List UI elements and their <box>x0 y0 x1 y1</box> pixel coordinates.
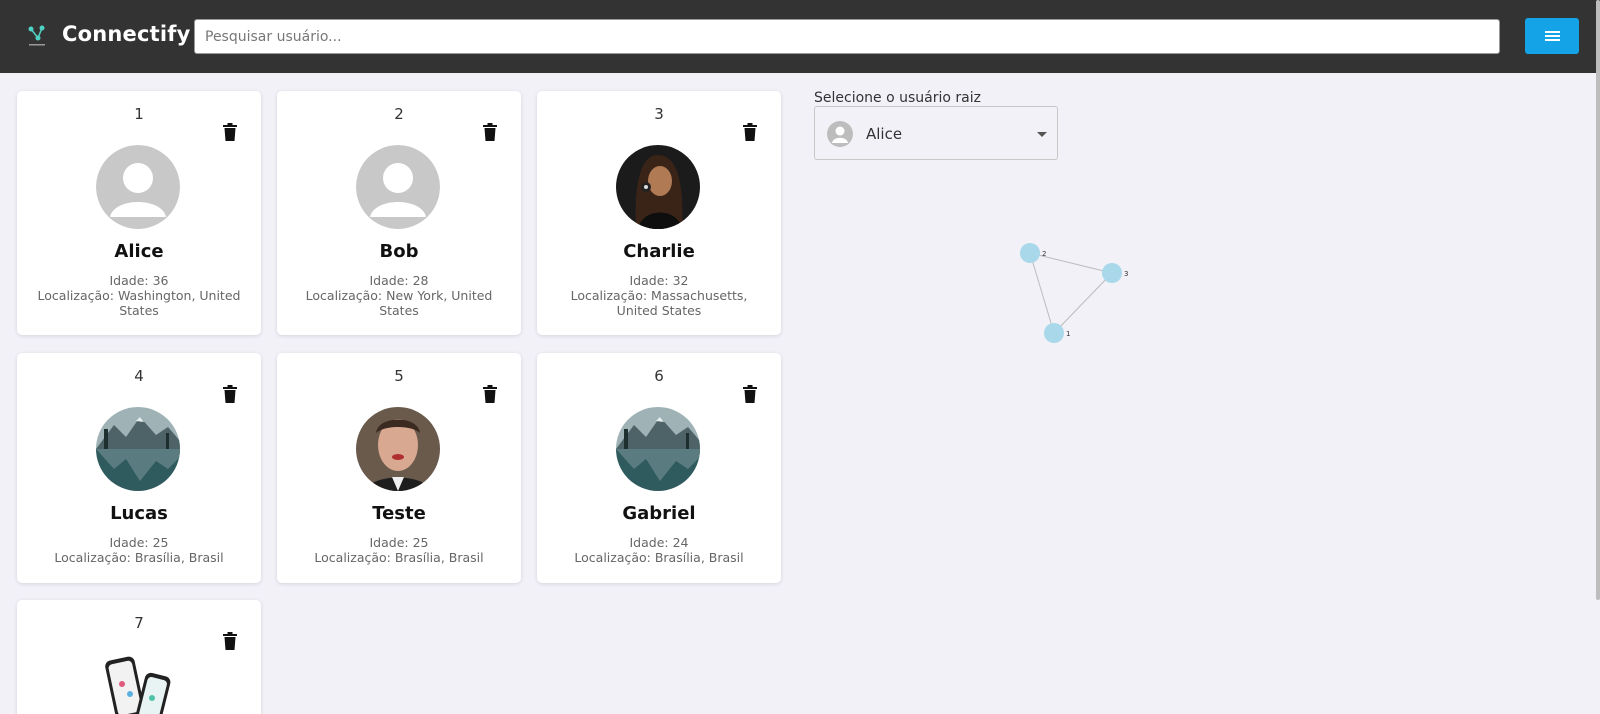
user-location: Localização: Massachusetts, United State… <box>570 288 748 318</box>
user-age: Idade: 36 <box>109 273 169 288</box>
user-location: Localização: Washington, United States <box>37 288 241 318</box>
avatar <box>356 145 440 229</box>
root-user-value: Alice <box>866 125 903 143</box>
trash-icon[interactable] <box>223 385 237 403</box>
user-name: Gabriel <box>622 503 696 524</box>
user-card: 2 Bob Idade: 28 Localização: New York, U… <box>277 91 521 335</box>
user-card: 4 Lucas Idade: 25 Localização: Brasília,… <box>17 353 261 583</box>
user-age: Idade: 25 <box>369 535 429 550</box>
network-graph[interactable]: 2 3 1 <box>1000 230 1160 350</box>
avatar-photo <box>96 407 180 491</box>
network-logo-icon <box>28 25 45 46</box>
user-id: 1 <box>134 105 144 123</box>
trash-icon[interactable] <box>483 123 497 141</box>
user-details: Idade: 36 Localização: Washington, Unite… <box>35 273 243 318</box>
avatar <box>96 145 180 229</box>
trash-icon[interactable] <box>743 123 757 141</box>
user-details: Idade: 25 Localização: Brasília, Brasil <box>295 535 503 565</box>
user-age: Idade: 32 <box>629 273 689 288</box>
user-name: Bob <box>379 241 419 262</box>
user-location: Localização: Brasília, Brasil <box>574 550 744 565</box>
root-user-label: Selecione o usuário raiz <box>814 90 981 106</box>
trash-icon[interactable] <box>483 385 497 403</box>
search-input[interactable] <box>194 19 1500 54</box>
user-id: 4 <box>134 367 144 385</box>
user-card: 6 Gabriel Idade: 24 Localização: Brasíli… <box>537 353 781 583</box>
avatar-photo <box>616 145 700 229</box>
user-details: Idade: 32 Localização: Massachusetts, Un… <box>555 273 763 318</box>
avatar-photo <box>96 654 180 714</box>
graph-edge <box>1029 252 1055 334</box>
user-id: 5 <box>394 367 404 385</box>
trash-icon[interactable] <box>223 632 237 650</box>
user-card: 3 Charlie Idade: 32 Localização: Massach… <box>537 91 781 335</box>
user-name: Teste <box>372 503 426 524</box>
graph-node-label: 1 <box>1066 330 1070 338</box>
user-location: Localização: Brasília, Brasil <box>314 550 484 565</box>
caret-down-icon <box>1037 132 1047 137</box>
trash-icon[interactable] <box>223 123 237 141</box>
user-id: 7 <box>134 614 144 632</box>
user-details: Idade: 25 Localização: Brasília, Brasil <box>35 535 243 565</box>
graph-node-label: 3 <box>1124 270 1128 278</box>
user-name: Charlie <box>623 241 695 262</box>
user-age: Idade: 28 <box>369 273 429 288</box>
user-name: Lucas <box>110 503 168 524</box>
page-scrollbar[interactable] <box>1596 0 1600 600</box>
user-location: Localização: New York, United States <box>305 288 493 318</box>
avatar-photo <box>356 407 440 491</box>
user-details: Idade: 28 Localização: New York, United … <box>295 273 503 318</box>
graph-edge <box>1053 272 1113 334</box>
app-header: Connectify <box>0 0 1600 73</box>
user-details: Idade: 24 Localização: Brasília, Brasil <box>555 535 763 565</box>
menu-button[interactable] <box>1525 18 1579 54</box>
user-id: 3 <box>654 105 664 123</box>
graph-node-label: 2 <box>1042 250 1046 258</box>
user-age: Idade: 24 <box>629 535 689 550</box>
user-id: 2 <box>394 105 404 123</box>
trash-icon[interactable] <box>743 385 757 403</box>
user-age: Idade: 25 <box>109 535 169 550</box>
user-location: Localização: Brasília, Brasil <box>54 550 224 565</box>
graph-node[interactable] <box>1044 323 1064 343</box>
graph-node[interactable] <box>1020 243 1040 263</box>
user-card: 7 <box>17 600 261 714</box>
user-avatar-icon <box>827 121 853 147</box>
graph-node[interactable] <box>1102 263 1122 283</box>
user-id: 6 <box>654 367 664 385</box>
user-card: 5 Teste Idade: 25 Localização: Brasília,… <box>277 353 521 583</box>
app-title: Connectify <box>62 22 191 46</box>
avatar-photo <box>616 407 700 491</box>
user-card: 1 Alice Idade: 36 Localização: Washingto… <box>17 91 261 335</box>
user-name: Alice <box>114 241 164 262</box>
root-user-select[interactable]: Alice <box>814 106 1058 160</box>
